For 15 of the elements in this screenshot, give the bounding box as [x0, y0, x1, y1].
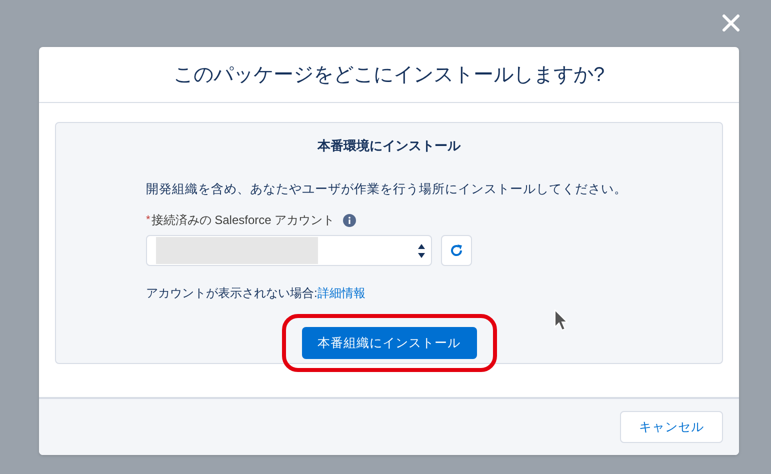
close-icon[interactable]	[722, 14, 740, 32]
required-mark: *	[146, 213, 150, 228]
cancel-button[interactable]: キャンセル	[620, 411, 723, 443]
description-text: 開発組織を含め、あなたやユーザが作業を行う場所にインストールしてください。	[146, 180, 628, 198]
field-label: 接続済みの Salesforce アカウント	[151, 212, 335, 230]
refresh-icon	[450, 244, 463, 258]
install-button[interactable]: 本番組織にインストール	[302, 327, 476, 360]
info-icon[interactable]	[342, 214, 356, 227]
section-title: 本番環境にインストール	[318, 137, 460, 155]
refresh-button[interactable]	[441, 235, 472, 266]
details-link[interactable]: 詳細情報	[317, 286, 366, 300]
cursor-icon	[554, 309, 568, 331]
help-text: アカウントが表示されない場合:	[146, 286, 318, 300]
sort-arrows-icon	[418, 244, 425, 258]
dialog-title: このパッケージをどこにインストールしますか?	[173, 62, 605, 88]
